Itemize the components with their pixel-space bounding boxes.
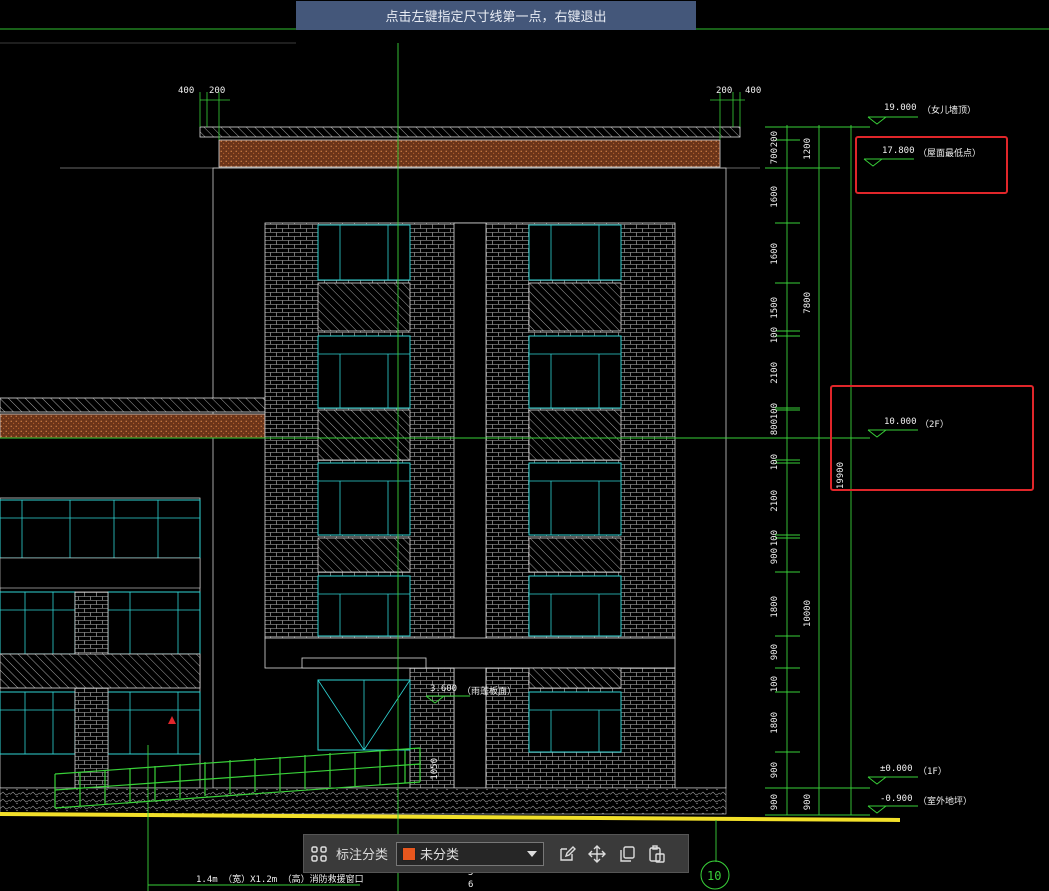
category-label: 标注分类 (336, 848, 389, 863)
edit-icon[interactable] (552, 839, 582, 869)
grid-icon[interactable] (304, 839, 334, 869)
command-prompt-bar: 点击左键指定尺寸线第一点，右键退出 (296, 1, 696, 30)
category-color-swatch (402, 846, 417, 861)
chevron-down-icon (527, 850, 538, 857)
category-select-value: 未分类 (420, 848, 460, 863)
command-prompt-text: 点击左键指定尺寸线第一点，右键退出 (385, 10, 607, 25)
cad-drawing-canvas[interactable] (0, 0, 1049, 891)
paste-icon[interactable] (642, 839, 672, 869)
annotation-toolbar: 标注分类 未分类 (303, 834, 689, 873)
copy-icon[interactable] (612, 839, 642, 869)
category-select[interactable]: 未分类 (396, 841, 545, 866)
move-icon[interactable] (582, 839, 612, 869)
